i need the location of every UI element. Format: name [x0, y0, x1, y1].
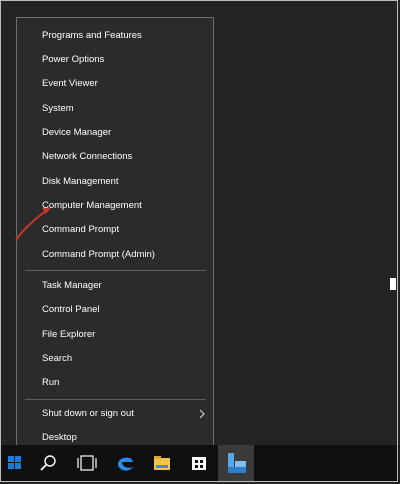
menu-separator — [25, 399, 206, 400]
menu-item-system[interactable]: System — [17, 97, 213, 121]
chevron-right-icon — [199, 409, 205, 419]
store-icon — [192, 457, 206, 470]
menu-item-shutdown-signout[interactable]: Shut down or sign out — [17, 402, 213, 426]
menu-item-power-options[interactable]: Power Options — [17, 48, 213, 72]
menu-item-label: Shut down or sign out — [42, 408, 134, 419]
menu-item-programs-features[interactable]: Programs and Features — [17, 24, 213, 48]
menu-item-search[interactable]: Search — [17, 347, 213, 371]
file-explorer-icon — [154, 456, 170, 470]
file-explorer-taskbar-button[interactable] — [144, 445, 180, 482]
menu-item-event-viewer[interactable]: Event Viewer — [17, 72, 213, 96]
task-view-button[interactable] — [69, 445, 105, 482]
menu-item-run[interactable]: Run — [17, 371, 213, 395]
menu-item-task-manager[interactable]: Task Manager — [17, 274, 213, 298]
menu-item-command-prompt[interactable]: Command Prompt — [17, 218, 213, 242]
edge-browser-icon — [118, 457, 133, 471]
server-manager-icon — [228, 453, 246, 473]
menu-item-device-manager[interactable]: Device Manager — [17, 121, 213, 145]
task-view-icon — [77, 455, 97, 471]
taskbar — [1, 445, 399, 482]
store-taskbar-button[interactable] — [181, 445, 217, 482]
search-button[interactable] — [31, 445, 67, 482]
menu-item-control-panel[interactable]: Control Panel — [17, 298, 213, 322]
menu-separator — [25, 270, 206, 271]
menu-item-network-connections[interactable]: Network Connections — [17, 145, 213, 169]
menu-item-file-explorer[interactable]: File Explorer — [17, 323, 213, 347]
menu-item-command-prompt-admin[interactable]: Command Prompt (Admin) — [17, 243, 213, 267]
edge-marker — [390, 278, 396, 290]
search-icon — [40, 455, 56, 471]
server-manager-taskbar-button[interactable] — [218, 445, 254, 482]
power-user-menu: Programs and Features Power Options Even… — [16, 17, 214, 454]
edge-taskbar-button[interactable] — [107, 445, 143, 482]
menu-item-computer-management[interactable]: Computer Management — [17, 194, 213, 218]
menu-item-disk-management[interactable]: Disk Management — [17, 170, 213, 194]
